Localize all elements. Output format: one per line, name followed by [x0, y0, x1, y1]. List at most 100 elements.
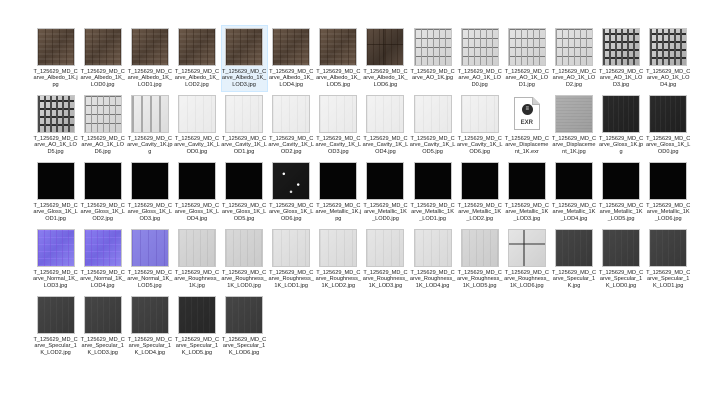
- file-item[interactable]: T_125629_MD_Carve_Roughness_1K_LOD4.jpg: [409, 226, 456, 293]
- file-thumbnail: [413, 28, 452, 66]
- file-name: T_125629_MD_Carve_Cavity_1K_LOD6.jpg: [456, 136, 503, 155]
- file-item[interactable]: T_125629_MD_Carve_Albedo_1K_LOD4.jpg: [268, 25, 315, 92]
- file-name: T_125629_MD_Carve_Specular_1K_LOD3.jpg: [80, 337, 125, 356]
- file-name: T_125629_MD_Carve_Cavity_1K.jpg: [127, 136, 173, 155]
- file-item[interactable]: T_125629_MD_Carve_Gloss_1K_LOD3.jpg: [126, 159, 173, 226]
- file-thumbnail: [413, 162, 452, 200]
- file-item[interactable]: T_125629_MD_Carve_Specular_1K_LOD5.jpg: [173, 293, 220, 360]
- file-name: T_125629_MD_Carve_Cavity_1K_LOD1.jpg: [221, 136, 267, 155]
- file-name: T_125629_MD_Carve_Specular_1K_LOD4.jpg: [127, 337, 172, 356]
- file-name: T_125629_MD_Carve_Cavity_1K_LOD5.jpg: [409, 136, 456, 155]
- file-item[interactable]: T_125629_MD_Carve_Specular_1K_LOD6.jpg: [221, 293, 268, 360]
- file-item[interactable]: T_125629_MD_Carve_Cavity_1K_LOD0.jpg: [173, 92, 220, 159]
- file-item[interactable]: T_125629_MD_Carve_Metallic_1K.jpg: [315, 159, 362, 226]
- file-item[interactable]: ≡ EXR T_125629_MD_Carve_Displacement_1K.e…: [503, 92, 550, 159]
- file-name: T_125629_MD_Carve_Metallic_1K_LOD5.jpg: [598, 203, 644, 222]
- file-name: T_125629_MD_Carve_Displacement_1K.exr: [504, 136, 549, 155]
- file-thumbnail: [460, 162, 499, 200]
- file-item[interactable]: T_125629_MD_Carve_Roughness_1K_LOD5.jpg: [456, 226, 503, 293]
- file-item[interactable]: T_125629_MD_Carve_Metallic_1K_LOD0.jpg: [362, 159, 409, 226]
- file-thumbnail: [83, 296, 122, 334]
- file-item[interactable]: T_125629_MD_Carve_Metallic_1K_LOD5.jpg: [598, 159, 645, 226]
- file-name: T_125629_MD_Carve_Metallic_1K_LOD2.jpg: [457, 203, 502, 222]
- file-item[interactable]: T_125629_MD_Carve_Albedo_1K_LOD5.jpg: [315, 25, 362, 92]
- file-thumbnail: [649, 229, 688, 267]
- file-item[interactable]: T_125629_MD_Carve_AO_1K_LOD1.jpg: [503, 25, 550, 92]
- file-item[interactable]: T_125629_MD_Carve_Specular_1K_LOD0.jpg: [598, 226, 645, 293]
- file-item[interactable]: T_125629_MD_Carve_Roughness_1K_LOD2.jpg: [315, 226, 362, 293]
- file-item[interactable]: T_125629_MD_Carve_Specular_1K_LOD1.jpg: [645, 226, 692, 293]
- file-name: T_125629_MD_Carve_Roughness_1K_LOD1.jpg: [268, 270, 314, 289]
- file-item[interactable]: T_125629_MD_Carve_AO_1K_LOD3.jpg: [598, 25, 645, 92]
- file-item[interactable]: T_125629_MD_Carve_Gloss_1K_LOD4.jpg: [173, 159, 220, 226]
- file-item[interactable]: T_125629_MD_Carve_Gloss_1K_LOD6.jpg: [268, 159, 315, 226]
- file-thumbnail: [83, 229, 122, 267]
- file-name: T_125629_MD_Carve_Gloss_1K_LOD4.jpg: [174, 203, 220, 222]
- file-item[interactable]: T_125629_MD_Carve_Metallic_1K_LOD2.jpg: [456, 159, 503, 226]
- file-thumbnail: [319, 28, 358, 66]
- file-thumbnail: [83, 28, 122, 66]
- file-item[interactable]: T_125629_MD_Carve_Gloss_1K_LOD5.jpg: [221, 159, 268, 226]
- file-thumbnail: [36, 28, 75, 66]
- file-name: T_125629_MD_Carve_Gloss_1K_LOD5.jpg: [221, 203, 267, 222]
- file-item[interactable]: T_125629_MD_Carve_Specular_1K_LOD4.jpg: [126, 293, 173, 360]
- file-item[interactable]: T_125629_MD_Carve_Albedo_1K_LOD1.jpg: [126, 25, 173, 92]
- file-item[interactable]: T_125629_MD_Carve_AO_1K_LOD2.jpg: [550, 25, 597, 92]
- file-item[interactable]: T_125629_MD_Carve_Cavity_1K_LOD1.jpg: [221, 92, 268, 159]
- file-item[interactable]: T_125629_MD_Carve_AO_1K_LOD4.jpg: [645, 25, 692, 92]
- file-item[interactable]: T_125629_MD_Carve_Albedo_1K_LOD3.jpg: [220, 25, 268, 92]
- file-item[interactable]: T_125629_MD_Carve_Cavity_1K_LOD6.jpg: [456, 92, 503, 159]
- file-thumbnail: [36, 229, 75, 267]
- file-item[interactable]: T_125629_MD_Carve_AO_1K_LOD5.jpg: [32, 92, 79, 159]
- file-item[interactable]: T_125629_MD_Carve_Normal_1K_LOD4.jpg: [79, 226, 126, 293]
- file-thumbnail: [36, 162, 75, 200]
- file-item[interactable]: T_125629_MD_Carve_Displacement_1K.jpg: [550, 92, 597, 159]
- file-item[interactable]: T_125629_MD_Carve_Gloss_1K_LOD0.jpg: [645, 92, 692, 159]
- file-item[interactable]: T_125629_MD_Carve_Cavity_1K_LOD4.jpg: [362, 92, 409, 159]
- file-item[interactable]: T_125629_MD_Carve_Albedo_1K_LOD0.jpg: [79, 25, 126, 92]
- file-item[interactable]: T_125629_MD_Carve_Albedo_1K_LOD2.jpg: [173, 25, 220, 92]
- file-thumbnail: [507, 229, 546, 267]
- file-thumbnail: [130, 95, 169, 133]
- file-item[interactable]: T_125629_MD_Carve_Gloss_1K_LOD2.jpg: [79, 159, 126, 226]
- file-item[interactable]: T_125629_MD_Carve_Gloss_1K.jpg: [598, 92, 645, 159]
- file-item[interactable]: T_125629_MD_Carve_Roughness_1K.jpg: [173, 226, 220, 293]
- file-item[interactable]: T_125629_MD_Carve_Roughness_1K_LOD6.jpg: [503, 226, 550, 293]
- file-thumbnail: [602, 162, 641, 200]
- file-name: T_125629_MD_Carve_Roughness_1K_LOD5.jpg: [456, 270, 503, 289]
- file-item[interactable]: T_125629_MD_Carve_Metallic_1K_LOD6.jpg: [645, 159, 692, 226]
- file-item[interactable]: T_125629_MD_Carve_Specular_1K_LOD3.jpg: [79, 293, 126, 360]
- file-item[interactable]: T_125629_MD_Carve_Metallic_1K_LOD4.jpg: [550, 159, 597, 226]
- file-item[interactable]: T_125629_MD_Carve_Roughness_1K_LOD3.jpg: [362, 226, 409, 293]
- file-item[interactable]: T_125629_MD_Carve_Cavity_1K_LOD3.jpg: [315, 92, 362, 159]
- file-item[interactable]: T_125629_MD_Carve_Normal_1K_LOD5.jpg: [126, 226, 173, 293]
- file-item[interactable]: T_125629_MD_Carve_AO_1K_LOD6.jpg: [79, 92, 126, 159]
- badge-icon: ≡: [521, 104, 533, 115]
- file-item[interactable]: T_125629_MD_Carve_Gloss_1K_LOD1.jpg: [32, 159, 79, 226]
- file-item[interactable]: T_125629_MD_Carve_AO_1K_LOD0.jpg: [456, 25, 503, 92]
- file-thumbnail: [554, 229, 593, 267]
- file-item[interactable]: T_125629_MD_Carve_Albedo_1K.jpg: [32, 25, 79, 92]
- file-name: T_125629_MD_Carve_Albedo_1K_LOD5.jpg: [316, 69, 361, 88]
- file-thumbnail: [319, 95, 358, 133]
- file-item[interactable]: T_125629_MD_Carve_Roughness_1K_LOD0.jpg: [221, 226, 268, 293]
- file-name: T_125629_MD_Carve_Cavity_1K_LOD2.jpg: [268, 136, 315, 155]
- file-item[interactable]: T_125629_MD_Carve_Specular_1K_LOD2.jpg: [32, 293, 79, 360]
- file-item[interactable]: T_125629_MD_Carve_Normal_1K_LOD3.jpg: [32, 226, 79, 293]
- file-item[interactable]: T_125629_MD_Carve_Specular_1K.jpg: [550, 226, 597, 293]
- file-item[interactable]: T_125629_MD_Carve_AO_1K.jpg: [409, 25, 456, 92]
- file-thumbnail: [602, 229, 641, 267]
- file-item[interactable]: T_125629_MD_Carve_Albedo_1K_LOD6.jpg: [362, 25, 409, 92]
- file-item[interactable]: T_125629_MD_Carve_Roughness_1K_LOD1.jpg: [268, 226, 315, 293]
- file-thumbnail: [130, 28, 169, 66]
- file-thumbnail: [177, 229, 216, 267]
- file-item[interactable]: T_125629_MD_Carve_Cavity_1K_LOD2.jpg: [268, 92, 315, 159]
- file-thumbnail: [272, 162, 311, 200]
- file-item[interactable]: T_125629_MD_Carve_Metallic_1K_LOD3.jpg: [503, 159, 550, 226]
- file-name: T_125629_MD_Carve_Albedo_1K_LOD4.jpg: [268, 69, 314, 88]
- file-item[interactable]: T_125629_MD_Carve_Cavity_1K_LOD5.jpg: [409, 92, 456, 159]
- file-item[interactable]: T_125629_MD_Carve_Metallic_1K_LOD1.jpg: [409, 159, 456, 226]
- file-name: T_125629_MD_Carve_Displacement_1K.jpg: [551, 136, 597, 155]
- file-thumbnail: [36, 95, 75, 133]
- file-item[interactable]: T_125629_MD_Carve_Cavity_1K.jpg: [126, 92, 173, 159]
